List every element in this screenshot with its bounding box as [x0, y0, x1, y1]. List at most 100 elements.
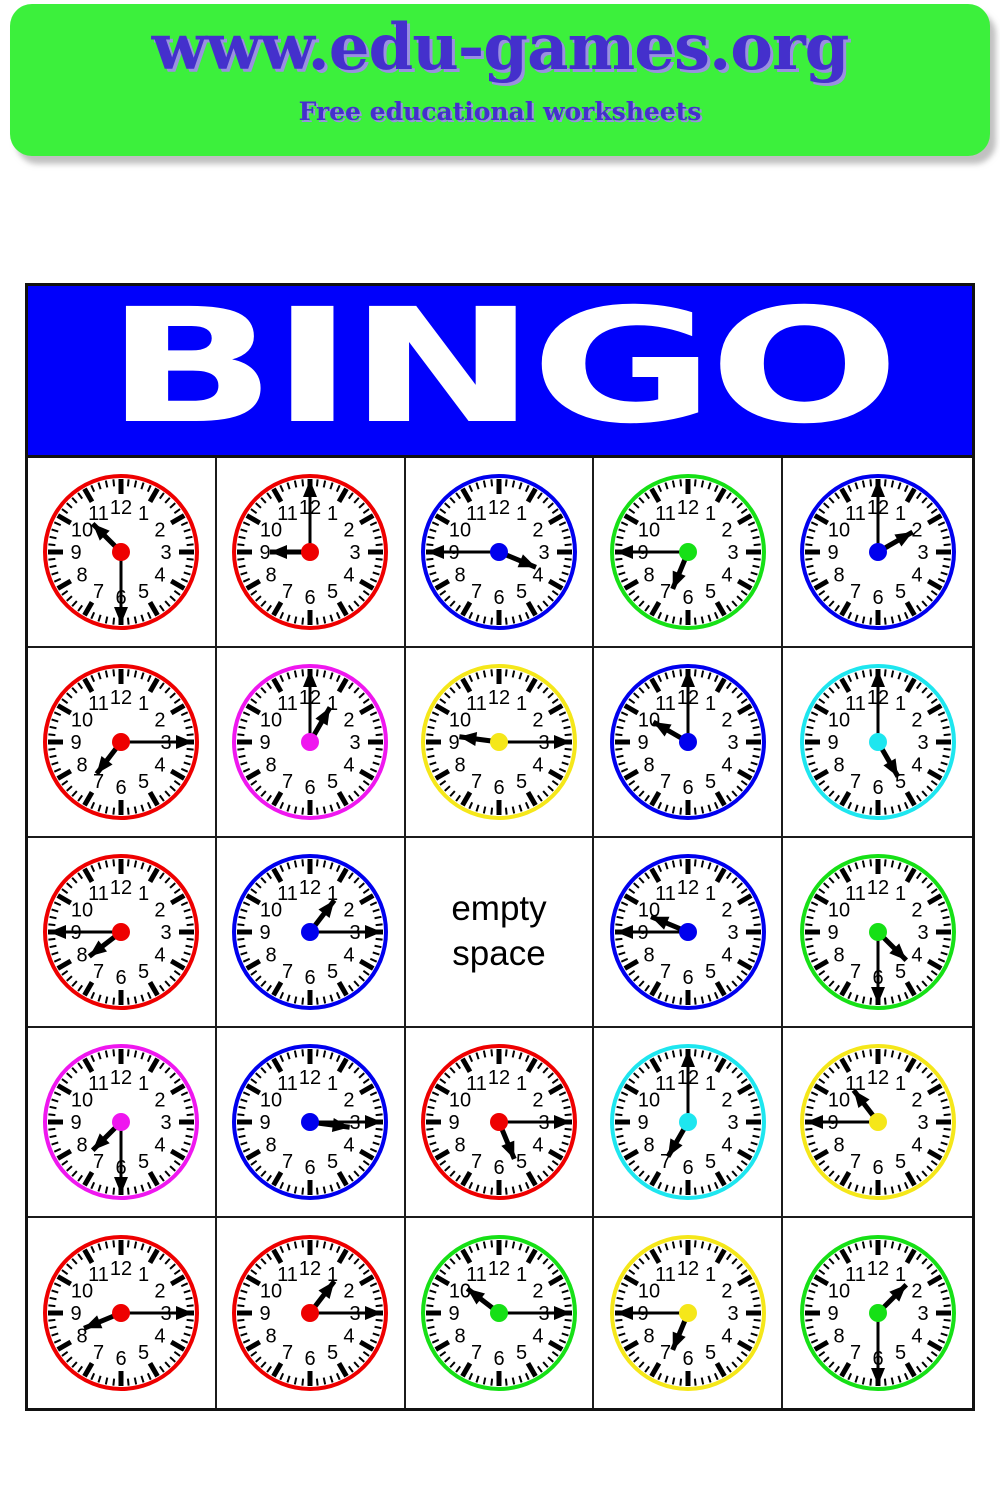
svg-text:4: 4 [344, 565, 355, 587]
svg-text:11: 11 [89, 693, 110, 715]
clock-face: 121234567891011 [799, 1235, 956, 1391]
svg-text:3: 3 [161, 922, 172, 944]
svg-text:6: 6 [493, 587, 504, 609]
free-space-line-2: space [452, 934, 546, 973]
svg-text:8: 8 [266, 945, 277, 967]
svg-text:12: 12 [677, 1258, 699, 1280]
svg-text:8: 8 [77, 755, 88, 777]
svg-text:5: 5 [327, 581, 338, 603]
clock-face: 121234567891011 [609, 854, 766, 1010]
svg-text:2: 2 [155, 1090, 166, 1112]
bingo-cell-clock[interactable]: 121234567891011 [216, 1028, 406, 1218]
bingo-cell-clock[interactable]: 121234567891011 [594, 648, 784, 838]
svg-text:4: 4 [721, 565, 732, 587]
svg-text:1: 1 [705, 693, 716, 715]
bingo-title-bar: BINGO [28, 286, 972, 455]
bingo-cell-clock[interactable]: 121234567891011 [783, 458, 972, 648]
svg-text:6: 6 [682, 967, 693, 989]
svg-text:6: 6 [305, 587, 316, 609]
svg-text:1: 1 [516, 1073, 527, 1095]
svg-text:1: 1 [138, 1073, 149, 1095]
bingo-cell-clock[interactable]: 121234567891011 [783, 838, 972, 1028]
svg-text:1: 1 [516, 503, 527, 525]
svg-text:5: 5 [705, 1342, 716, 1364]
svg-text:12: 12 [299, 1258, 321, 1280]
svg-text:11: 11 [277, 1073, 298, 1095]
svg-text:5: 5 [705, 961, 716, 983]
svg-text:12: 12 [488, 1067, 510, 1089]
bingo-cell-clock[interactable]: 121234567891011 [28, 458, 217, 648]
svg-text:2: 2 [721, 710, 732, 732]
bingo-cell-clock[interactable]: 121234567891011 [28, 838, 217, 1028]
svg-text:9: 9 [71, 732, 82, 754]
clock-face: 121234567891011 [799, 1044, 956, 1200]
svg-text:2: 2 [155, 1281, 166, 1303]
svg-text:8: 8 [77, 945, 88, 967]
svg-text:7: 7 [471, 1342, 482, 1364]
bingo-cell-clock[interactable]: 121234567891011 [594, 838, 784, 1028]
bingo-cell-clock[interactable]: 121234567891011 [405, 458, 595, 648]
svg-text:2: 2 [532, 1281, 543, 1303]
svg-text:1: 1 [895, 693, 906, 715]
svg-text:8: 8 [833, 1135, 844, 1157]
bingo-cell-clock[interactable]: 121234567891011 [405, 648, 595, 838]
svg-text:12: 12 [866, 1258, 888, 1280]
svg-text:2: 2 [155, 900, 166, 922]
svg-text:8: 8 [266, 1135, 277, 1157]
svg-text:5: 5 [327, 1151, 338, 1173]
svg-text:4: 4 [344, 945, 355, 967]
bingo-cell-clock[interactable]: 121234567891011 [783, 648, 972, 838]
svg-text:12: 12 [677, 497, 699, 519]
svg-text:4: 4 [721, 1326, 732, 1348]
svg-text:9: 9 [260, 732, 271, 754]
bingo-card: BINGO 1212345678910111212345678910111212… [25, 283, 975, 1411]
bingo-cell-clock[interactable]: 121234567891011 [28, 1218, 217, 1408]
svg-text:7: 7 [282, 1151, 293, 1173]
svg-text:7: 7 [282, 771, 293, 793]
bingo-cell-clock[interactable]: 121234567891011 [594, 1218, 784, 1408]
bingo-cell-clock[interactable]: 121234567891011 [405, 1028, 595, 1218]
svg-text:6: 6 [682, 777, 693, 799]
svg-text:12: 12 [110, 877, 132, 899]
svg-text:6: 6 [872, 587, 883, 609]
clock-face: 121234567891011 [420, 1235, 577, 1391]
clock-face: 121234567891011 [799, 474, 956, 630]
bingo-cell-clock[interactable]: 121234567891011 [216, 458, 406, 648]
svg-text:6: 6 [493, 777, 504, 799]
bingo-cell-clock[interactable]: 121234567891011 [216, 648, 406, 838]
svg-text:1: 1 [705, 503, 716, 525]
svg-text:8: 8 [833, 1326, 844, 1348]
svg-text:3: 3 [917, 542, 928, 564]
svg-text:9: 9 [71, 1303, 82, 1325]
bingo-cell-free-space[interactable]: empty space [405, 838, 595, 1028]
svg-text:2: 2 [344, 900, 355, 922]
bingo-cell-clock[interactable]: 121234567891011 [28, 1028, 217, 1218]
svg-text:1: 1 [516, 693, 527, 715]
svg-text:4: 4 [344, 1135, 355, 1157]
svg-text:5: 5 [895, 581, 906, 603]
svg-text:9: 9 [71, 1112, 82, 1134]
svg-text:9: 9 [827, 922, 838, 944]
bingo-cell-clock[interactable]: 121234567891011 [594, 1028, 784, 1218]
bingo-cell-clock[interactable]: 121234567891011 [783, 1218, 972, 1408]
bingo-cell-clock[interactable]: 121234567891011 [28, 648, 217, 838]
bingo-cell-clock[interactable]: 121234567891011 [783, 1028, 972, 1218]
svg-text:2: 2 [911, 1090, 922, 1112]
svg-text:2: 2 [911, 1281, 922, 1303]
svg-text:9: 9 [448, 732, 459, 754]
bingo-cell-clock[interactable]: 121234567891011 [216, 838, 406, 1028]
bingo-cell-clock[interactable]: 121234567891011 [594, 458, 784, 648]
bingo-cell-clock[interactable]: 121234567891011 [216, 1218, 406, 1408]
svg-text:8: 8 [833, 565, 844, 587]
svg-text:2: 2 [911, 710, 922, 732]
svg-text:8: 8 [454, 1135, 465, 1157]
svg-text:3: 3 [727, 1303, 738, 1325]
svg-text:1: 1 [705, 1073, 716, 1095]
svg-text:11: 11 [277, 503, 298, 525]
clock-face: 121234567891011 [232, 854, 389, 1010]
svg-text:8: 8 [643, 1326, 654, 1348]
bingo-cell-clock[interactable]: 121234567891011 [405, 1218, 595, 1408]
svg-text:4: 4 [911, 755, 922, 777]
svg-text:12: 12 [677, 877, 699, 899]
svg-text:3: 3 [727, 542, 738, 564]
